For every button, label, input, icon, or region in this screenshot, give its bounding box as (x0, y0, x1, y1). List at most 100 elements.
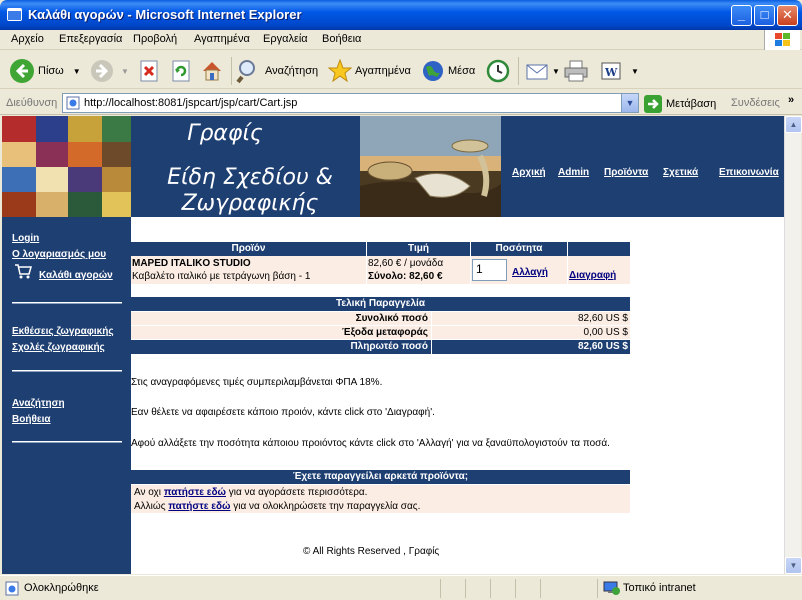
home-icon (203, 62, 221, 81)
vat-note: Στις αναγραφόμενες τιμές συμπεριλαμβάνετ… (131, 377, 383, 388)
checkout-link[interactable]: πατήστε εδώ (168, 501, 230, 512)
sidebar-divider (12, 441, 122, 443)
favorites-button[interactable]: Αγαπημένα (328, 58, 411, 84)
star-icon (328, 59, 352, 83)
search-icon (236, 60, 255, 84)
search-button[interactable]: Αναζήτηση (236, 58, 318, 84)
sidebar-search-link[interactable]: Αναζήτηση (12, 398, 65, 409)
site-header: Γραφίς Είδη Σχεδίου & Ζωγραφικής Αρχική … (2, 116, 784, 217)
minimize-button[interactable]: _ (731, 5, 752, 26)
printer-icon (564, 60, 588, 82)
quantity-input[interactable]: 1 (472, 259, 507, 281)
go-button[interactable]: Μετάβαση (644, 95, 716, 113)
page-done-icon (5, 581, 19, 596)
media-globe-icon (423, 61, 443, 81)
menu-view[interactable]: Προβολή (133, 33, 177, 45)
mail-button[interactable]: ▼ (525, 58, 560, 84)
checkout-prefix: Αλλιώς (134, 501, 169, 512)
status-separator (597, 579, 598, 598)
copyright-footer: © All Rights Reserved , Γραφίς (303, 546, 440, 557)
status-separator (515, 579, 516, 598)
refresh-icon (172, 60, 190, 82)
mail-dropdown-icon[interactable]: ▼ (552, 67, 560, 76)
menu-help[interactable]: Βοήθεια (322, 33, 361, 45)
nav-admin-link[interactable]: Admin (558, 167, 589, 178)
col-price-header: Τιμή (408, 243, 429, 254)
status-separator (540, 579, 541, 598)
close-button[interactable]: ✕ (777, 5, 798, 26)
menu-tools[interactable]: Εργαλεία (263, 33, 308, 45)
address-url: http://localhost:8081/jspcart/jsp/cart/C… (84, 97, 298, 109)
media-button[interactable]: Μέσα (421, 58, 475, 84)
intranet-zone-icon (603, 581, 620, 595)
page-viewport: Γραφίς Είδη Σχεδίου & Ζωγραφικής Αρχική … (2, 116, 784, 574)
back-button[interactable]: Πίσω ▼ (9, 58, 81, 84)
menu-file[interactable]: Αρχείο (11, 33, 44, 45)
nav-about-link[interactable]: Σχετικά (663, 167, 698, 178)
stop-button[interactable] (138, 58, 160, 84)
history-button[interactable] (486, 58, 510, 84)
checkout-line: Αλλιώς πατήστε εδώ για να ολοκληρώσετε τ… (134, 501, 420, 512)
scroll-down-arrow-icon[interactable]: ▼ (785, 557, 802, 574)
refresh-button[interactable] (170, 58, 192, 84)
vertical-scrollbar[interactable]: ▲ ▼ (784, 116, 802, 574)
back-dropdown-icon[interactable]: ▼ (73, 67, 81, 76)
address-label: Διεύθυνση (6, 97, 58, 109)
history-icon (486, 59, 510, 83)
title-bar: Καλάθι αγορών - Microsoft Internet Explo… (0, 0, 802, 30)
forward-button[interactable]: ▼ (89, 58, 129, 84)
menu-edit[interactable]: Επεξεργασία (59, 33, 122, 45)
favorites-label: Αγαπημένα (355, 65, 411, 77)
forward-arrow-icon (91, 60, 113, 82)
print-button[interactable] (563, 58, 589, 84)
item-description: Καβαλέτο ιταλικό με τετράγωνη βάση - 1 (132, 271, 311, 282)
scroll-up-arrow-icon[interactable]: ▲ (785, 116, 802, 133)
update-note: Αφού αλλάξετε την ποσότητα κάποιου προιό… (131, 438, 610, 449)
delete-note: Εαν θέλετε να αφαιρέσετε κάποιο προιόν, … (131, 407, 435, 418)
continue-shopping-prefix: Αν οχι (134, 487, 164, 498)
nav-products-link[interactable]: Προϊόντα (604, 167, 648, 178)
address-dropdown-icon[interactable]: ▼ (621, 94, 638, 112)
toolbar-more-chevron[interactable]: » (788, 94, 794, 106)
sidebar-account-link[interactable]: Ο λογαριασμός μου (12, 249, 106, 260)
continue-shopping-suffix: για να αγοράσετε περισσότερα. (226, 487, 368, 498)
delete-item-link[interactable]: Διαγραφή (569, 270, 616, 281)
mail-icon (526, 64, 548, 80)
toolbar-separator (518, 57, 519, 85)
item-total: Σύνολο: 82,60 € (368, 271, 443, 282)
sidebar-help-link[interactable]: Βοήθεια (12, 414, 51, 425)
home-button[interactable] (200, 58, 224, 84)
maximize-button[interactable]: □ (754, 5, 775, 26)
status-separator (465, 579, 466, 598)
continue-shopping-link[interactable]: πατήστε εδώ (164, 487, 226, 498)
cart-row-divider (470, 256, 471, 284)
address-input[interactable]: http://localhost:8081/jspcart/jsp/cart/C… (62, 93, 639, 113)
melting-clocks-painting-image (360, 116, 501, 217)
sidebar-schools-link[interactable]: Σχολές ζωγραφικής (12, 342, 105, 353)
continue-shopping-line: Αν οχι πατήστε εδώ για να αγοράσετε περι… (134, 487, 367, 498)
cart-row-divider (366, 256, 367, 284)
col-product-header: Προϊόν (231, 243, 266, 254)
shipping-label: Έξοδα μεταφοράς (342, 327, 428, 338)
forward-dropdown-icon[interactable]: ▼ (121, 67, 129, 76)
site-brand-subtitle: Είδη Σχεδίου & Ζωγραφικής (150, 165, 350, 217)
menu-favorites[interactable]: Αγαπημένα (194, 33, 250, 45)
item-brand: MAPED ITALIKO STUDIO (132, 258, 251, 269)
site-brand-title: Γραφίς (187, 121, 263, 146)
edit-dropdown-icon[interactable]: ▼ (631, 67, 639, 76)
nav-contact-link[interactable]: Επικοινωνία (719, 167, 779, 178)
word-icon: W (601, 62, 621, 80)
menu-bar: Αρχείο Επεξεργασία Προβολή Αγαπημένα Εργ… (0, 30, 802, 50)
checkout-suffix: για να ολοκληρώσετε την παραγγελία σας. (230, 501, 421, 512)
links-toolbar[interactable]: Συνδέσεις (731, 97, 780, 109)
svg-text:W: W (604, 66, 618, 79)
cart-row-divider (567, 256, 568, 284)
edit-word-button[interactable]: W ▼ (601, 58, 639, 84)
nav-home-link[interactable]: Αρχική (512, 167, 546, 178)
sidebar-exhibitions-link[interactable]: Εκθέσεις ζωγραφικής (12, 326, 114, 337)
sidebar-login-link[interactable]: Login (12, 233, 39, 244)
brand-subtitle-line1: Είδη Σχεδίου & (167, 165, 333, 190)
status-text: Ολοκληρώθηκε (24, 582, 99, 594)
update-quantity-link[interactable]: Αλλαγή (512, 267, 548, 278)
sidebar-cart-link[interactable]: Καλάθι αγορών (39, 270, 113, 281)
